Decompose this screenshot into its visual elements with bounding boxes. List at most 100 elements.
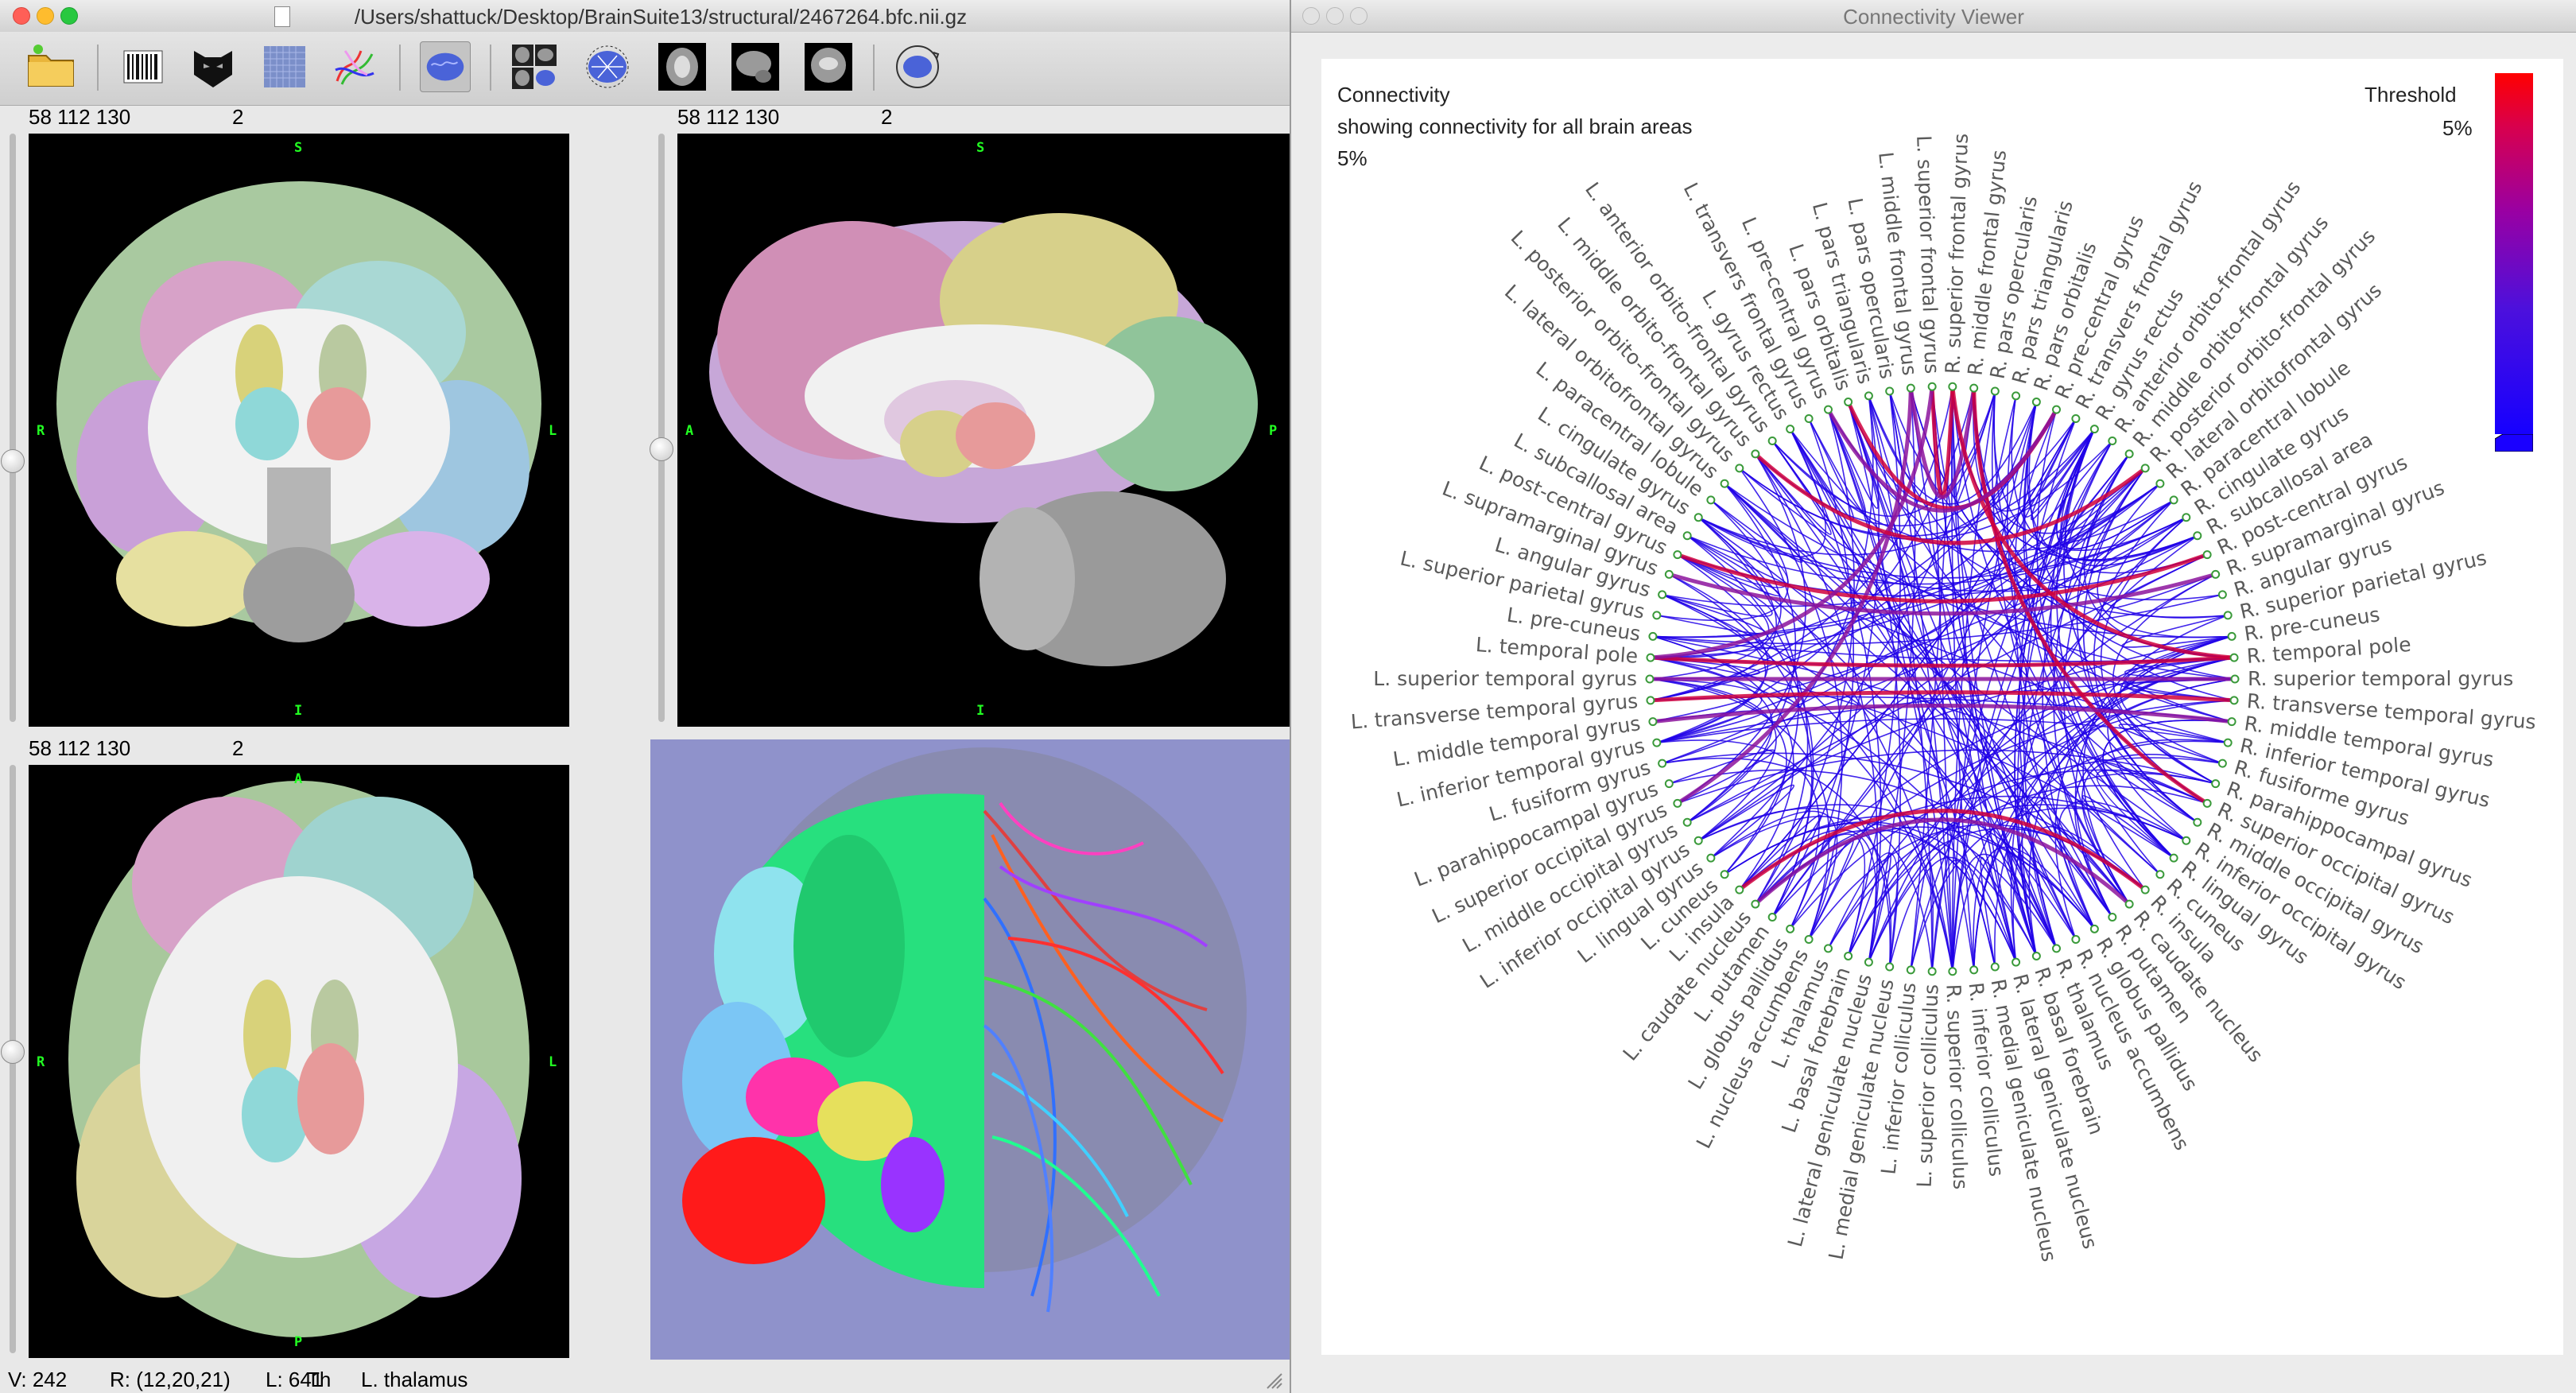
rotate-surface-icon[interactable] bbox=[892, 41, 943, 92]
region-node[interactable] bbox=[2223, 738, 2233, 747]
region-node[interactable] bbox=[2108, 913, 2117, 922]
region-node[interactable] bbox=[2217, 590, 2227, 599]
region-node[interactable] bbox=[1720, 870, 1729, 879]
region-node[interactable] bbox=[1693, 513, 1703, 522]
surface-3d-view[interactable] bbox=[650, 739, 1290, 1360]
region-node[interactable] bbox=[2202, 550, 2212, 560]
threshold-slider-handle[interactable] bbox=[2495, 434, 2533, 452]
region-node[interactable] bbox=[1864, 391, 1873, 401]
region-node[interactable] bbox=[1648, 717, 1658, 727]
region-node[interactable] bbox=[1720, 479, 1729, 488]
region-node[interactable] bbox=[1673, 798, 1682, 808]
region-node[interactable] bbox=[2202, 798, 2212, 808]
region-node[interactable] bbox=[1823, 944, 1833, 953]
region-node[interactable] bbox=[1906, 383, 1915, 393]
region-node[interactable] bbox=[2012, 957, 2021, 967]
axial-view[interactable]: A P R L bbox=[29, 765, 569, 1358]
region-node[interactable] bbox=[2052, 405, 2062, 414]
region-node[interactable] bbox=[1652, 738, 1662, 747]
region-node[interactable] bbox=[2211, 779, 2221, 789]
region-node[interactable] bbox=[2223, 611, 2233, 620]
region-node[interactable] bbox=[1948, 967, 1957, 976]
region-node[interactable] bbox=[2108, 436, 2117, 445]
threshold-colorbar[interactable] bbox=[2495, 73, 2533, 434]
region-node[interactable] bbox=[2052, 944, 2062, 953]
region-node[interactable] bbox=[1969, 383, 1979, 393]
sagittal-slice-icon[interactable] bbox=[730, 41, 781, 92]
region-label[interactable]: L. superior colliculus bbox=[1913, 984, 1943, 1188]
region-node[interactable] bbox=[1885, 386, 1895, 396]
region-node[interactable] bbox=[2217, 759, 2227, 768]
region-node[interactable] bbox=[2169, 495, 2178, 505]
region-node[interactable] bbox=[1664, 569, 1674, 579]
region-node[interactable] bbox=[2193, 817, 2202, 827]
region-node[interactable] bbox=[1658, 590, 1667, 599]
region-node[interactable] bbox=[1646, 696, 1655, 705]
region-node[interactable] bbox=[1682, 531, 1692, 541]
region-node[interactable] bbox=[1767, 436, 1777, 445]
region-node[interactable] bbox=[2227, 631, 2237, 641]
grid-volume-icon[interactable] bbox=[259, 41, 310, 92]
region-node[interactable] bbox=[1804, 414, 1814, 424]
region-node[interactable] bbox=[1804, 934, 1814, 944]
region-node[interactable] bbox=[2193, 531, 2202, 541]
region-node[interactable] bbox=[1927, 382, 1937, 391]
open-folder-icon[interactable] bbox=[25, 41, 76, 92]
region-node[interactable] bbox=[1652, 611, 1662, 620]
region-node[interactable] bbox=[2169, 853, 2178, 863]
region-node[interactable] bbox=[2089, 425, 2099, 434]
connectivity-panel[interactable]: R. superior frontal gyrus R. middle front… bbox=[1321, 59, 2563, 1355]
region-node[interactable] bbox=[2031, 951, 2041, 960]
region-label[interactable]: L. superior temporal gyrus bbox=[1373, 667, 1637, 690]
region-node[interactable] bbox=[1706, 853, 1716, 863]
region-node[interactable] bbox=[1990, 962, 2000, 972]
region-node[interactable] bbox=[1664, 779, 1674, 789]
region-node[interactable] bbox=[2229, 653, 2239, 662]
region-node[interactable] bbox=[1645, 674, 1655, 684]
multi-view-icon[interactable] bbox=[509, 41, 560, 92]
region-label[interactable]: R. superior temporal gyrus bbox=[2248, 667, 2513, 690]
region-node[interactable] bbox=[2230, 674, 2240, 684]
region-node[interactable] bbox=[2140, 885, 2150, 894]
axial-slider-knob[interactable] bbox=[1, 1040, 25, 1064]
region-node[interactable] bbox=[2229, 696, 2239, 705]
axial-slice-icon[interactable] bbox=[657, 41, 708, 92]
coronal-slice-icon[interactable] bbox=[803, 41, 854, 92]
region-node[interactable] bbox=[2012, 391, 2021, 401]
region-node[interactable] bbox=[2140, 464, 2150, 473]
region-node[interactable] bbox=[1906, 965, 1915, 975]
region-node[interactable] bbox=[2155, 870, 2165, 879]
region-node[interactable] bbox=[1693, 836, 1703, 845]
sagittal-slice-slider[interactable] bbox=[658, 134, 665, 722]
region-node[interactable] bbox=[2089, 924, 2099, 933]
region-node[interactable] bbox=[1735, 464, 1744, 473]
surface-icon[interactable] bbox=[420, 41, 471, 92]
region-node[interactable] bbox=[1648, 631, 1658, 641]
resize-grip-icon[interactable] bbox=[1264, 1371, 1283, 1390]
region-node[interactable] bbox=[2227, 717, 2237, 727]
region-node[interactable] bbox=[1786, 425, 1795, 434]
region-node[interactable] bbox=[2124, 899, 2134, 909]
region-node[interactable] bbox=[1735, 885, 1744, 894]
sagittal-view[interactable]: S I A P bbox=[677, 134, 1290, 727]
connectivity-circle-graph[interactable]: R. superior frontal gyrusR. middle front… bbox=[1321, 59, 2563, 1355]
region-node[interactable] bbox=[2182, 836, 2191, 845]
connectivity-icon[interactable] bbox=[582, 41, 633, 92]
region-node[interactable] bbox=[1948, 382, 1957, 391]
region-node[interactable] bbox=[1751, 449, 1760, 459]
region-node[interactable] bbox=[1706, 495, 1716, 505]
region-node[interactable] bbox=[1786, 924, 1795, 933]
region-node[interactable] bbox=[1658, 759, 1667, 768]
region-node[interactable] bbox=[1646, 653, 1655, 662]
region-node[interactable] bbox=[1885, 962, 1895, 972]
region-node[interactable] bbox=[2155, 479, 2165, 488]
region-node[interactable] bbox=[1682, 817, 1692, 827]
region-node[interactable] bbox=[2211, 569, 2221, 579]
sagittal-slider-knob[interactable] bbox=[650, 437, 673, 461]
coronal-slider-knob[interactable] bbox=[1, 449, 25, 473]
region-node[interactable] bbox=[2071, 414, 2081, 424]
region-node[interactable] bbox=[1767, 913, 1777, 922]
region-node[interactable] bbox=[2182, 513, 2191, 522]
barcode-icon[interactable] bbox=[118, 41, 169, 92]
region-node[interactable] bbox=[2031, 398, 2041, 407]
